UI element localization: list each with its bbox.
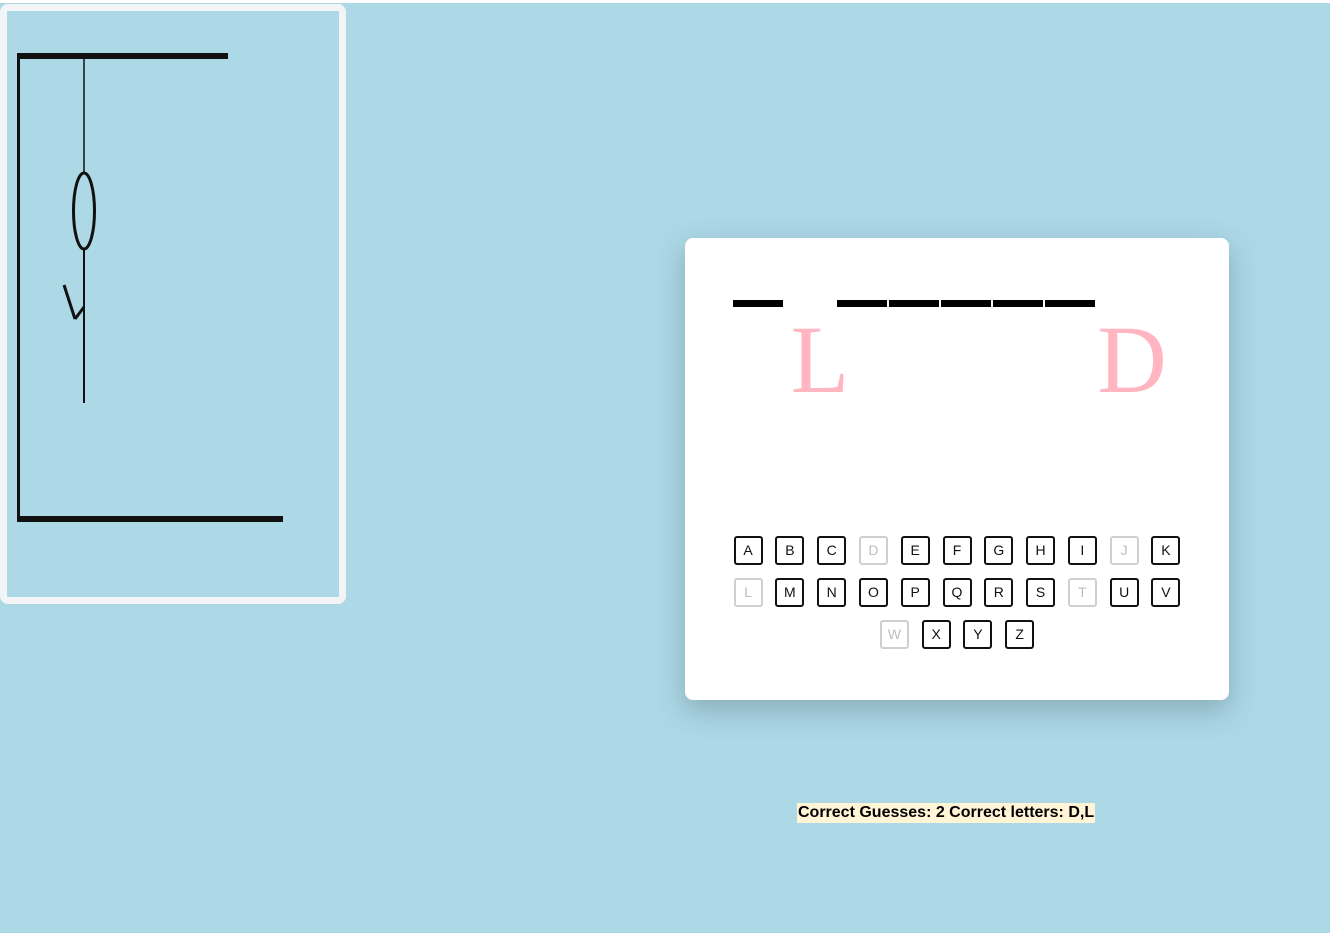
letter-key-v[interactable]: V — [1151, 578, 1181, 607]
hangman-drawing-panel — [0, 4, 346, 604]
hangman-drawing — [17, 53, 283, 522]
letter-key-q[interactable]: Q — [942, 578, 972, 607]
letter-key-m[interactable]: M — [775, 578, 805, 607]
gallows-beam — [17, 53, 228, 59]
letter-key-r[interactable]: R — [984, 578, 1014, 607]
game-card: LD ABCDEFGHIJKLMNOPQRSTUVWXYZ — [685, 238, 1229, 700]
letter-key-w: W — [879, 620, 909, 649]
guess-status: Correct Guesses: 2 Correct letters: D,L — [797, 803, 1096, 823]
gallows-pole — [17, 53, 20, 520]
letter-key-j: J — [1109, 536, 1139, 565]
letter-key-g[interactable]: G — [984, 536, 1014, 565]
letter-slot — [733, 300, 783, 410]
word-slots: LD — [733, 300, 1183, 410]
letter-keyboard: ABCDEFGHIJK LMNOPQRSTUV WXYZ — [685, 536, 1229, 662]
letter-slot — [889, 300, 939, 410]
revealed-letter: D — [1097, 306, 1167, 413]
gallows-base — [17, 516, 283, 522]
hangman-arm-joint — [73, 306, 86, 320]
letter-key-c[interactable]: C — [817, 536, 847, 565]
hangman-head — [72, 171, 96, 251]
letter-slot-dash — [941, 300, 991, 307]
letter-slot-dash — [733, 300, 783, 307]
keyboard-row: WXYZ — [685, 620, 1229, 651]
letter-slot-dash — [889, 300, 939, 307]
keyboard-row: LMNOPQRSTUV — [685, 578, 1229, 609]
letter-key-u[interactable]: U — [1109, 578, 1139, 607]
letter-key-a[interactable]: A — [733, 536, 763, 565]
letter-key-x[interactable]: X — [921, 620, 951, 649]
hangman-left-arm — [62, 284, 77, 320]
letter-slot — [993, 300, 1043, 410]
letter-key-o[interactable]: O — [858, 578, 888, 607]
hangman-game-page: LD ABCDEFGHIJKLMNOPQRSTUVWXYZ Correct Gu… — [0, 0, 1330, 933]
letter-key-z[interactable]: Z — [1005, 620, 1035, 649]
letter-slot — [941, 300, 991, 410]
letter-slot-dash — [837, 300, 887, 307]
letter-slot — [837, 300, 887, 410]
letter-key-h[interactable]: H — [1026, 536, 1056, 565]
letter-key-n[interactable]: N — [817, 578, 847, 607]
keyboard-row: ABCDEFGHIJK — [685, 536, 1229, 567]
letter-key-d: D — [858, 536, 888, 565]
letter-key-i[interactable]: I — [1067, 536, 1097, 565]
letter-slot-dash — [993, 300, 1043, 307]
letter-slot: D — [1097, 300, 1166, 410]
letter-key-l: L — [733, 578, 763, 607]
letter-key-y[interactable]: Y — [963, 620, 993, 649]
letter-key-p[interactable]: P — [900, 578, 930, 607]
letter-slot — [1045, 300, 1095, 410]
letter-key-t: T — [1067, 578, 1097, 607]
letter-key-s[interactable]: S — [1026, 578, 1056, 607]
letter-key-b[interactable]: B — [775, 536, 805, 565]
letter-slot-dash — [1045, 300, 1095, 307]
letter-key-f[interactable]: F — [942, 536, 972, 565]
letter-key-e[interactable]: E — [900, 536, 930, 565]
letter-slot: L — [785, 300, 850, 410]
top-strip — [0, 0, 1330, 3]
letter-key-k[interactable]: K — [1151, 536, 1181, 565]
